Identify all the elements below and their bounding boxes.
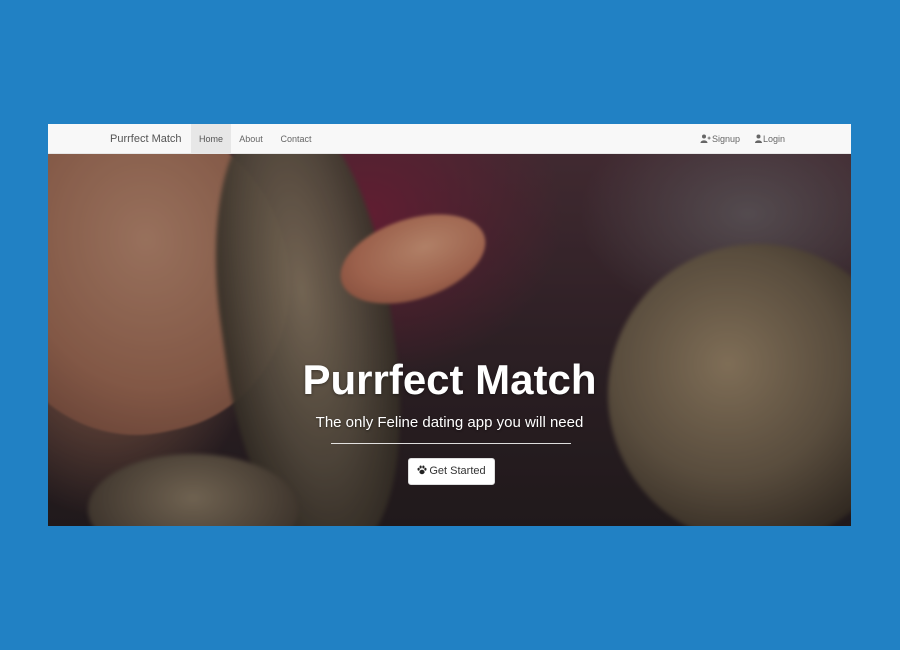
nav-signup-label: Signup (711, 134, 741, 144)
get-started-button[interactable]: Get Started (408, 458, 495, 485)
get-started-label: Get Started (429, 465, 486, 477)
nav-link-contact[interactable]: Contact (274, 124, 318, 154)
hero-content: Purrfect Match The only Feline dating ap… (48, 154, 851, 526)
paw-icon (417, 465, 427, 475)
hero-divider (331, 443, 571, 444)
hero-subtitle: The only Feline dating app you will need (315, 414, 584, 431)
navbar-brand[interactable]: Purrfect Match (110, 124, 182, 154)
navbar: Purrfect Match Home About Contact Signup… (48, 124, 851, 154)
nav-login-label: Login (762, 134, 786, 144)
browser-window: Purrfect Match Home About Contact Signup… (48, 124, 851, 526)
nav-link-about[interactable]: About (234, 124, 268, 154)
nav-link-home[interactable]: Home (191, 124, 231, 154)
hero-section: Purrfect Match The only Feline dating ap… (48, 154, 851, 526)
hero-title: Purrfect Match (302, 356, 597, 403)
user-icon (754, 134, 762, 143)
user-plus-icon (700, 134, 711, 143)
nav-link-login[interactable]: Login (752, 124, 788, 154)
nav-link-signup[interactable]: Signup (698, 124, 742, 154)
